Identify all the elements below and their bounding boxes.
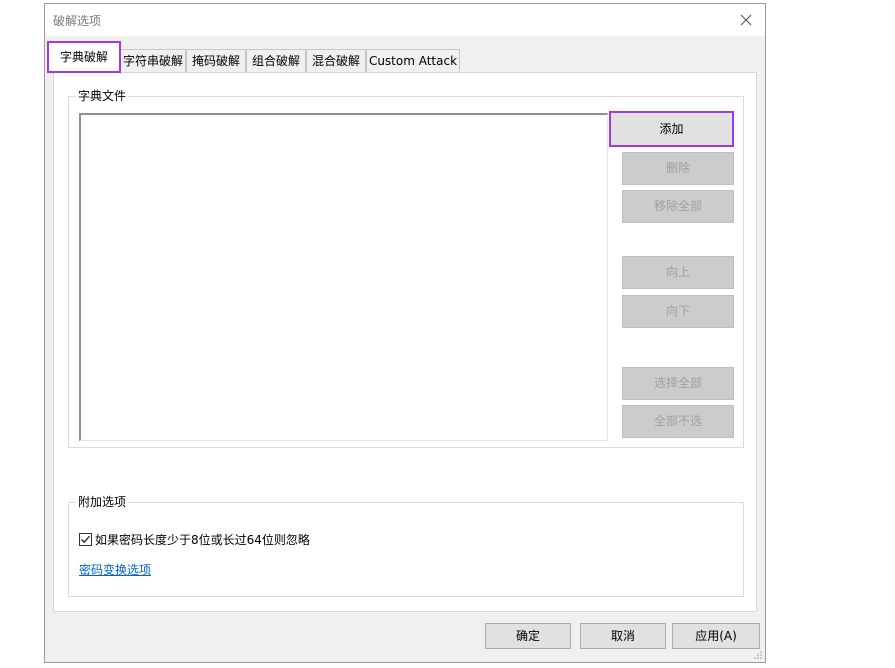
dictionary-files-group: 字典文件 添加 删除 移除全部 向上 向下 选择全部 全部不选 — [68, 88, 744, 448]
tab-label: 字典破解 — [59, 50, 108, 64]
tab-label: 混合破解 — [311, 54, 360, 68]
additional-options-label: 附加选项 — [76, 494, 129, 510]
move-up-button-label: 向上 — [665, 265, 690, 279]
remove-all-button-label: 移除全部 — [653, 199, 702, 213]
tab-string-attack[interactable]: 字符串破解 — [120, 49, 186, 72]
cancel-button[interactable]: 取消 — [580, 623, 666, 649]
tab-dictionary-attack[interactable]: 字典破解 — [47, 41, 121, 73]
tab-custom-attack[interactable]: Custom Attack — [366, 49, 460, 72]
deselect-all-button-label: 全部不选 — [653, 414, 702, 428]
add-button[interactable]: 添加 — [609, 111, 734, 147]
dictionary-files-label: 字典文件 — [76, 88, 129, 104]
tab-panel: 字典文件 添加 删除 移除全部 向上 向下 选择全部 全部不选 附加选项 如果密… — [53, 72, 757, 612]
ignore-length-option[interactable]: 如果密码长度少于8位或长过64位则忽略 — [79, 531, 310, 547]
apply-button[interactable]: 应用(A) — [672, 623, 760, 649]
move-down-button-label: 向下 — [665, 304, 690, 318]
tab-label: 字符串破解 — [122, 54, 183, 68]
resize-grip-icon[interactable] — [753, 650, 763, 660]
select-all-button-label: 选择全部 — [653, 376, 702, 390]
checkmark-icon — [81, 535, 90, 543]
ignore-length-checkbox[interactable] — [79, 532, 92, 546]
additional-options-group: 附加选项 如果密码长度少于8位或长过64位则忽略 密码变换选项 — [68, 494, 744, 597]
move-up-button[interactable]: 向上 — [622, 256, 734, 289]
ok-button-label: 确定 — [515, 629, 540, 643]
password-transform-options-link[interactable]: 密码变换选项 — [79, 561, 151, 578]
dictionary-file-list[interactable] — [79, 113, 608, 441]
tab-mask-attack[interactable]: 掩码破解 — [186, 49, 246, 72]
deselect-all-button[interactable]: 全部不选 — [622, 405, 734, 438]
crack-options-dialog: 破解选项 字典破解 字符串破解 掩码破解 组合破解 混合破解 Custom At… — [44, 3, 766, 663]
tab-label: 掩码破解 — [191, 54, 240, 68]
tab-label: Custom Attack — [368, 54, 458, 68]
close-icon — [740, 14, 752, 26]
title-bar: 破解选项 — [45, 4, 765, 36]
ignore-length-label: 如果密码长度少于8位或长过64位则忽略 — [95, 532, 310, 547]
window-title: 破解选项 — [53, 14, 102, 28]
select-all-button[interactable]: 选择全部 — [622, 367, 734, 400]
add-button-label: 添加 — [659, 122, 684, 136]
tab-label: 组合破解 — [251, 54, 300, 68]
ok-button[interactable]: 确定 — [485, 623, 571, 649]
move-down-button[interactable]: 向下 — [622, 295, 734, 328]
delete-button[interactable]: 删除 — [622, 152, 734, 185]
tab-combination-attack[interactable]: 组合破解 — [246, 49, 306, 72]
remove-all-button[interactable]: 移除全部 — [622, 190, 734, 223]
tab-hybrid-attack[interactable]: 混合破解 — [306, 49, 366, 72]
cancel-button-label: 取消 — [610, 629, 635, 643]
delete-button-label: 删除 — [665, 161, 690, 175]
apply-button-label: 应用(A) — [695, 629, 737, 643]
close-button[interactable] — [735, 9, 757, 31]
